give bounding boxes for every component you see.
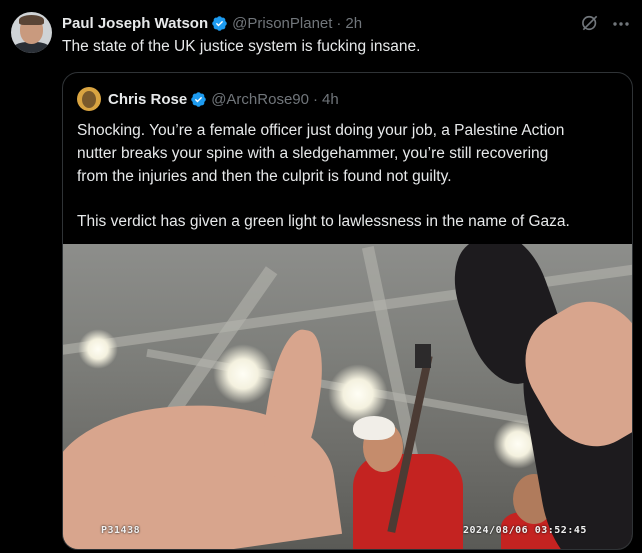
separator-dot: · (336, 14, 342, 32)
quoted-avatar[interactable] (77, 87, 101, 111)
separator-dot: · (312, 90, 318, 108)
post-time[interactable]: 2h (345, 15, 362, 32)
media-overlay-timestamp: 2024/08/06 03:52:45 (463, 525, 587, 536)
tweet-text: The state of the UK justice system is fu… (62, 38, 421, 55)
verified-badge-icon (191, 91, 206, 107)
quoted-text-line: Shocking. You’re a female officer just d… (77, 122, 565, 139)
author-handle[interactable]: @PrisonPlanet (232, 15, 332, 32)
avatar[interactable] (11, 12, 52, 53)
more-icon[interactable] (611, 14, 631, 34)
quoted-text-line: nutter breaks your spine with a sledgeha… (77, 145, 549, 162)
quoted-post-time[interactable]: 4h (322, 91, 339, 108)
quoted-text-paragraph: This verdict has given a green light to … (77, 213, 570, 230)
quoted-author-name[interactable]: Chris Rose (108, 91, 187, 108)
author-name[interactable]: Paul Joseph Watson (62, 15, 208, 32)
tweet-header: Paul Joseph Watson @PrisonPlanet · 2h (62, 13, 362, 33)
tweet[interactable]: Paul Joseph Watson @PrisonPlanet · 2h Th… (0, 0, 642, 553)
media-overlay-id: P31438 (101, 525, 141, 536)
quoted-tweet[interactable]: Chris Rose @ArchRose90 · 4h Shocking. Yo… (62, 72, 633, 550)
quoted-text: Shocking. You’re a female officer just d… (77, 119, 625, 233)
quoted-text-line: from the injuries and then the culprit i… (77, 168, 452, 185)
quoted-author-handle[interactable]: @ArchRose90 (211, 91, 309, 108)
quoted-header: Chris Rose @ArchRose90 · 4h (108, 89, 339, 109)
verified-badge-icon (212, 15, 227, 31)
quoted-media-image[interactable]: P31438 2024/08/06 03:52:45 (63, 244, 632, 549)
grok-icon[interactable] (580, 13, 600, 33)
